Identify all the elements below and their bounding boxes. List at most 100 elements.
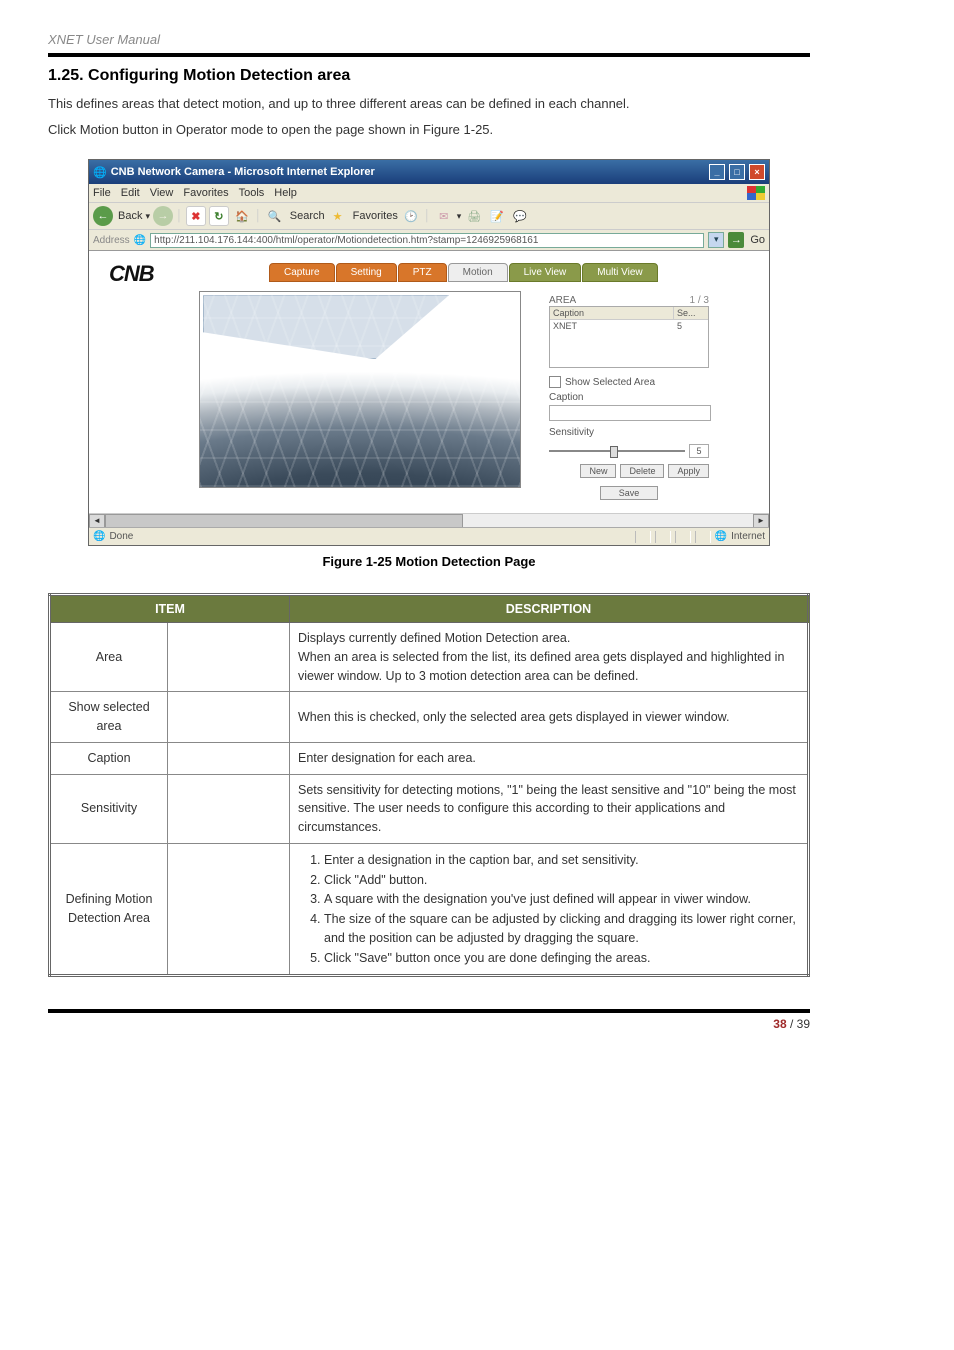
edit-icon[interactable]: 📝 <box>487 206 507 226</box>
delete-button[interactable]: Delete <box>620 464 664 478</box>
show-selected-checkbox[interactable] <box>549 376 561 388</box>
new-button[interactable]: New <box>580 464 616 478</box>
footer-rule <box>48 1009 810 1013</box>
tab-liveview[interactable]: Live View <box>509 263 582 282</box>
go-label[interactable]: Go <box>750 234 765 246</box>
status-zone: Internet <box>731 531 765 542</box>
area-row-se: 5 <box>674 321 708 331</box>
table-row: Area Displays currently defined Motion D… <box>50 623 809 692</box>
menu-view[interactable]: View <box>150 187 174 199</box>
settings-panel: AREA 1 / 3 Caption Se... XNET 5 Show Sel… <box>549 295 709 500</box>
step-5: Click "Save" button once you are done de… <box>324 949 799 968</box>
area-list[interactable]: Caption Se... XNET 5 <box>549 306 709 368</box>
back-label[interactable]: Back <box>118 210 142 222</box>
menu-favorites[interactable]: Favorites <box>183 187 228 199</box>
minimize-button[interactable]: _ <box>709 164 725 180</box>
app-logo: CNB <box>109 261 154 287</box>
table-header-item: ITEM <box>50 595 290 623</box>
figure-caption: Figure 1-25 Motion Detection Page <box>48 554 810 569</box>
sensitivity-value: 5 <box>689 444 709 458</box>
step-3: A square with the designation you've jus… <box>324 890 799 909</box>
area-list-row[interactable]: XNET 5 <box>550 320 708 332</box>
favorites-icon[interactable]: ★ <box>328 206 348 226</box>
menu-edit[interactable]: Edit <box>121 187 140 199</box>
tab-ptz[interactable]: PTZ <box>398 263 447 282</box>
address-bar: Address 🌐 http://211.104.176.144:400/htm… <box>89 230 769 251</box>
menu-bar: File Edit View Favorites Tools Help <box>89 184 769 203</box>
desc-show-selected: When this is checked, only the selected … <box>290 692 809 743</box>
caption-input[interactable] <box>549 405 711 421</box>
blank-cell <box>168 692 290 743</box>
table-row: Defining Motion Detection Area Enter a d… <box>50 843 809 976</box>
menu-file[interactable]: File <box>93 187 111 199</box>
intro-line-1: This defines areas that detect motion, a… <box>48 93 810 115</box>
doc-header: XNET User Manual <box>48 32 810 47</box>
window-titlebar: 🌐 CNB Network Camera - Microsoft Interne… <box>89 160 769 184</box>
step-4: The size of the square can be adjusted b… <box>324 910 799 948</box>
status-bar: 🌐 Done 🌐 Internet <box>89 527 769 545</box>
apply-button[interactable]: Apply <box>668 464 709 478</box>
status-done: Done <box>109 531 133 542</box>
area-list-header-caption: Caption <box>550 307 674 319</box>
favorites-label[interactable]: Favorites <box>353 210 398 222</box>
tab-capture[interactable]: Capture <box>269 263 335 282</box>
ie-status-icon: 🌐 <box>93 531 105 542</box>
tab-bar: Capture Setting PTZ Motion Live View Mul… <box>269 263 659 282</box>
desc-area: Displays currently defined Motion Detect… <box>290 623 809 692</box>
maximize-button[interactable]: □ <box>729 164 745 180</box>
toolbar: ← Back ▾ → │ ✖ ↻ 🏠 │ 🔍 Search ★ Favorite… <box>89 203 769 230</box>
browser-screenshot: 🌐 CNB Network Camera - Microsoft Interne… <box>88 159 770 546</box>
mail-icon[interactable]: ✉ <box>434 206 454 226</box>
step-2: Click "Add" button. <box>324 871 799 890</box>
history-icon[interactable]: 🕑 <box>401 206 421 226</box>
tab-multiview[interactable]: Multi View <box>582 263 657 282</box>
header-rule <box>48 53 810 57</box>
print-icon[interactable]: 🖨 <box>464 206 484 226</box>
tab-setting[interactable]: Setting <box>336 263 397 282</box>
blank-cell <box>168 742 290 774</box>
stop-button[interactable]: ✖ <box>186 206 206 226</box>
blank-cell <box>168 843 290 976</box>
go-button[interactable]: → <box>728 232 744 248</box>
url-field[interactable]: http://211.104.176.144:400/html/operator… <box>150 233 704 248</box>
scroll-left-arrow[interactable]: ◄ <box>89 514 105 528</box>
tab-motion[interactable]: Motion <box>448 263 508 282</box>
url-dropdown[interactable]: ▾ <box>708 232 724 248</box>
menu-tools[interactable]: Tools <box>239 187 265 199</box>
close-button[interactable]: × <box>749 164 765 180</box>
blank-cell <box>168 623 290 692</box>
horizontal-scrollbar[interactable]: ◄ ► <box>89 513 769 528</box>
item-show-selected: Show selected area <box>50 692 168 743</box>
address-label: Address <box>93 235 130 246</box>
discuss-icon[interactable]: 💬 <box>510 206 530 226</box>
back-button[interactable]: ← <box>93 206 113 226</box>
video-preview[interactable] <box>199 291 521 488</box>
save-button[interactable]: Save <box>600 486 659 500</box>
step-1: Enter a designation in the caption bar, … <box>324 851 799 870</box>
window-title: CNB Network Camera - Microsoft Internet … <box>111 166 375 178</box>
scroll-right-arrow[interactable]: ► <box>753 514 769 528</box>
internet-zone-icon: 🌐 <box>715 531 727 542</box>
blank-cell <box>168 774 290 843</box>
page-content: CNB Capture Setting PTZ Motion Live View… <box>89 251 769 546</box>
caption-label: Caption <box>549 392 709 403</box>
table-row: Caption Enter designation for each area. <box>50 742 809 774</box>
section-title: 1.25. Configuring Motion Detection area <box>48 67 810 85</box>
page-footer: 38 / 39 <box>48 1017 810 1031</box>
item-defining: Defining Motion Detection Area <box>50 843 168 976</box>
sensitivity-slider[interactable] <box>549 450 685 452</box>
search-icon[interactable]: 🔍 <box>265 206 285 226</box>
sensitivity-label: Sensitivity <box>549 427 709 438</box>
refresh-button[interactable]: ↻ <box>209 206 229 226</box>
page-total: 39 <box>797 1017 810 1031</box>
search-label[interactable]: Search <box>290 210 325 222</box>
menu-help[interactable]: Help <box>274 187 297 199</box>
home-button[interactable]: 🏠 <box>232 206 252 226</box>
item-area: Area <box>50 623 168 692</box>
intro-line-2: Click Motion button in Operator mode to … <box>48 119 810 141</box>
windows-flag-icon <box>747 186 765 200</box>
motion-area-overlay[interactable] <box>203 295 449 359</box>
forward-button[interactable]: → <box>153 206 173 226</box>
ie-icon: 🌐 <box>93 166 107 179</box>
desc-caption: Enter designation for each area. <box>290 742 809 774</box>
